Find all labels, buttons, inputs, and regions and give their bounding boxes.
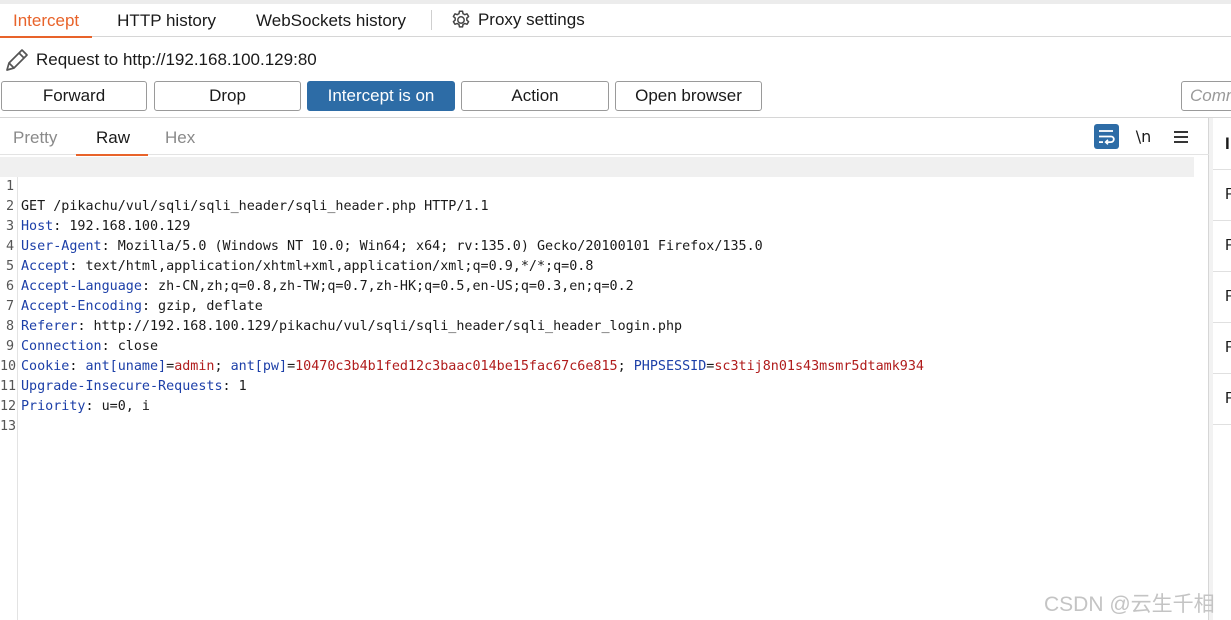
message-editor: Pretty Raw Hex \n 1 GET /pikachu/vul/sql… bbox=[0, 118, 1209, 620]
forward-button[interactable]: Forward bbox=[1, 81, 147, 111]
csdn-watermark: CSDN @云生千相 bbox=[1044, 593, 1215, 616]
inspector-row[interactable]: R bbox=[1213, 271, 1231, 322]
header-line: 8 Connection: close bbox=[0, 297, 1194, 354]
inspector-heading: I bbox=[1225, 134, 1230, 153]
inspector-row-label: R bbox=[1225, 288, 1231, 305]
inspector-row-label: R bbox=[1225, 237, 1231, 254]
line-number: 13 bbox=[0, 419, 17, 434]
show-newlines-toggle[interactable]: \n bbox=[1131, 124, 1156, 149]
word-wrap-icon bbox=[1099, 130, 1115, 145]
proxy-tab-bar: Intercept HTTP history WebSockets histor… bbox=[0, 4, 1231, 38]
header-line: 4 Accept: text/html,application/xhtml+xm… bbox=[0, 217, 1194, 274]
intercept-toggle-button[interactable]: Intercept is on bbox=[307, 81, 455, 111]
inspector-panel: I R R R R R bbox=[1213, 118, 1231, 620]
inspector-row[interactable]: R bbox=[1213, 322, 1231, 373]
tab-proxy-settings[interactable]: Proxy settings bbox=[444, 4, 591, 37]
tab-pretty[interactable]: Pretty bbox=[13, 118, 57, 155]
cookie-header-line: 9 Cookie: ant[uname]=admin; ant[pw]=1047… bbox=[0, 317, 1194, 374]
gear-icon bbox=[452, 10, 470, 28]
hamburger-menu-icon bbox=[1173, 130, 1188, 143]
inspector-row-label: R bbox=[1225, 339, 1231, 356]
inspector-row-label: R bbox=[1225, 186, 1231, 203]
pencil-icon[interactable] bbox=[2, 45, 32, 75]
header-line: 5 Accept-Language: zh-CN,zh;q=0.8,zh-TW;… bbox=[0, 237, 1194, 294]
header-line: 10 Upgrade-Insecure-Requests: 1 bbox=[0, 337, 1194, 394]
tab-http-history[interactable]: HTTP history bbox=[104, 4, 229, 37]
empty-line: 12 bbox=[0, 377, 1194, 414]
action-button[interactable]: Action bbox=[461, 81, 609, 111]
inspector-row[interactable]: R bbox=[1213, 169, 1231, 220]
header-line: 11 Priority: u=0, i bbox=[0, 357, 1194, 414]
comment-input[interactable]: Comment bbox=[1181, 81, 1231, 111]
tab-raw[interactable]: Raw bbox=[75, 118, 149, 156]
empty-line: 13 bbox=[0, 397, 1194, 434]
header-line: 6 Accept-Encoding: gzip, deflate bbox=[0, 257, 1194, 314]
drop-button[interactable]: Drop bbox=[154, 81, 301, 111]
request-target-line: Request to http://192.168.100.129:80 bbox=[0, 40, 317, 80]
raw-request-text[interactable]: 1 GET /pikachu/vul/sqli/sqli_header/sqli… bbox=[0, 157, 1209, 620]
inspector-row-label: R bbox=[1225, 390, 1231, 407]
inspector-divider bbox=[1213, 424, 1231, 425]
inspector-row[interactable]: R bbox=[1213, 220, 1231, 271]
tab-websockets-history[interactable]: WebSockets history bbox=[243, 4, 419, 37]
tab-divider bbox=[430, 10, 432, 30]
header-line: 7 Referer: http://192.168.100.129/pikach… bbox=[0, 277, 1194, 334]
tab-hex[interactable]: Hex bbox=[165, 118, 195, 155]
editor-menu-button[interactable] bbox=[1168, 124, 1193, 149]
header-line: 2 Host: 192.168.100.129 bbox=[0, 177, 1194, 234]
proxy-settings-label: Proxy settings bbox=[477, 10, 585, 29]
request-line: 1 GET /pikachu/vul/sqli/sqli_header/sqli… bbox=[0, 157, 1194, 214]
request-target-label: Request to http://192.168.100.129:80 bbox=[36, 50, 317, 69]
inspector-row[interactable]: R bbox=[1213, 373, 1231, 424]
header-line: 3 User-Agent: Mozilla/5.0 (Windows NT 10… bbox=[0, 197, 1194, 254]
editor-view-tabs: Pretty Raw Hex \n bbox=[0, 118, 1209, 156]
open-browser-button[interactable]: Open browser bbox=[615, 81, 762, 111]
tab-intercept[interactable]: Intercept bbox=[0, 4, 93, 38]
word-wrap-toggle[interactable] bbox=[1094, 124, 1119, 149]
